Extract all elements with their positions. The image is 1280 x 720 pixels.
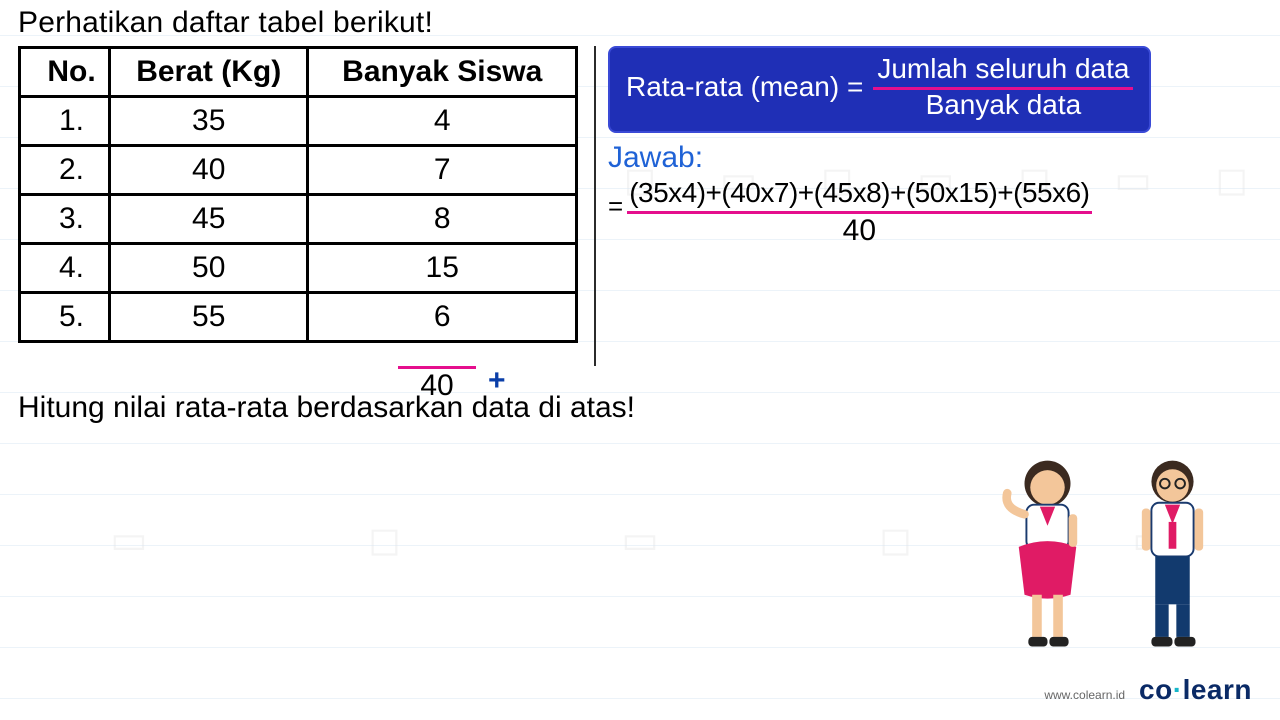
student-illustration bbox=[990, 451, 1230, 662]
question-text: Hitung nilai rata-rata berdasarkan data … bbox=[18, 391, 1262, 425]
calc-denominator: 40 bbox=[843, 214, 876, 248]
column-sum: + 40 bbox=[398, 366, 476, 403]
vertical-divider bbox=[594, 46, 596, 366]
cell-siswa: 8 bbox=[308, 195, 577, 244]
table-block: No. Berat (Kg) Banyak Siswa 1. 35 4 2. 4… bbox=[18, 46, 588, 343]
formula-numerator: Jumlah seluruh data bbox=[873, 54, 1133, 90]
calc-numerator: (35x4)+(40x7)+(45x8)+(50x15)+(55x6) bbox=[627, 177, 1091, 214]
footer-logo: www.colearn.id co·learn bbox=[1044, 674, 1252, 706]
cell-siswa: 6 bbox=[308, 293, 577, 342]
solution-block: Rata-rata (mean) = Jumlah seluruh data B… bbox=[608, 46, 1262, 248]
brand-post: learn bbox=[1183, 674, 1252, 705]
brand-pre: co bbox=[1139, 674, 1173, 705]
girl-student-icon bbox=[990, 451, 1105, 662]
plus-icon: + bbox=[488, 364, 506, 398]
cell-berat: 40 bbox=[110, 146, 308, 195]
cell-berat: 55 bbox=[110, 293, 308, 342]
cell-no: 5. bbox=[20, 293, 110, 342]
footer-url: www.colearn.id bbox=[1044, 688, 1125, 702]
formula-lhs: Rata-rata (mean) = bbox=[626, 71, 863, 103]
cell-siswa: 4 bbox=[308, 97, 577, 146]
cell-no: 2. bbox=[20, 146, 110, 195]
table-header-row: No. Berat (Kg) Banyak Siswa bbox=[20, 48, 577, 97]
cell-no: 1. bbox=[20, 97, 110, 146]
brand-dot: · bbox=[1173, 674, 1183, 705]
formula-denominator: Banyak data bbox=[926, 90, 1082, 121]
formula-fraction: Jumlah seluruh data Banyak data bbox=[873, 54, 1133, 121]
boy-student-icon bbox=[1115, 451, 1230, 662]
cell-berat: 50 bbox=[110, 244, 308, 293]
cell-berat: 45 bbox=[110, 195, 308, 244]
table-row: 5. 55 6 bbox=[20, 293, 577, 342]
th-berat: Berat (Kg) bbox=[110, 48, 308, 97]
table-row: 4. 50 15 bbox=[20, 244, 577, 293]
data-table: No. Berat (Kg) Banyak Siswa 1. 35 4 2. 4… bbox=[18, 46, 578, 343]
th-banyak: Banyak Siswa bbox=[308, 48, 577, 97]
th-no: No. bbox=[20, 48, 110, 97]
table-row: 1. 35 4 bbox=[20, 97, 577, 146]
calculation-row: = (35x4)+(40x7)+(45x8)+(50x15)+(55x6) 40 bbox=[608, 177, 1262, 248]
mean-formula-box: Rata-rata (mean) = Jumlah seluruh data B… bbox=[608, 46, 1151, 133]
calc-fraction: (35x4)+(40x7)+(45x8)+(50x15)+(55x6) 40 bbox=[627, 177, 1091, 248]
cell-siswa: 7 bbox=[308, 146, 577, 195]
cell-berat: 35 bbox=[110, 97, 308, 146]
sum-value: 40 bbox=[398, 369, 476, 403]
equals-sign: = bbox=[608, 191, 623, 222]
footer-brand: co·learn bbox=[1139, 674, 1252, 706]
cell-no: 3. bbox=[20, 195, 110, 244]
table-row: 3. 45 8 bbox=[20, 195, 577, 244]
answer-label: Jawab: bbox=[608, 141, 1262, 175]
instruction-text: Perhatikan daftar tabel berikut! bbox=[18, 6, 1262, 40]
table-row: 2. 40 7 bbox=[20, 146, 577, 195]
cell-no: 4. bbox=[20, 244, 110, 293]
cell-siswa: 15 bbox=[308, 244, 577, 293]
